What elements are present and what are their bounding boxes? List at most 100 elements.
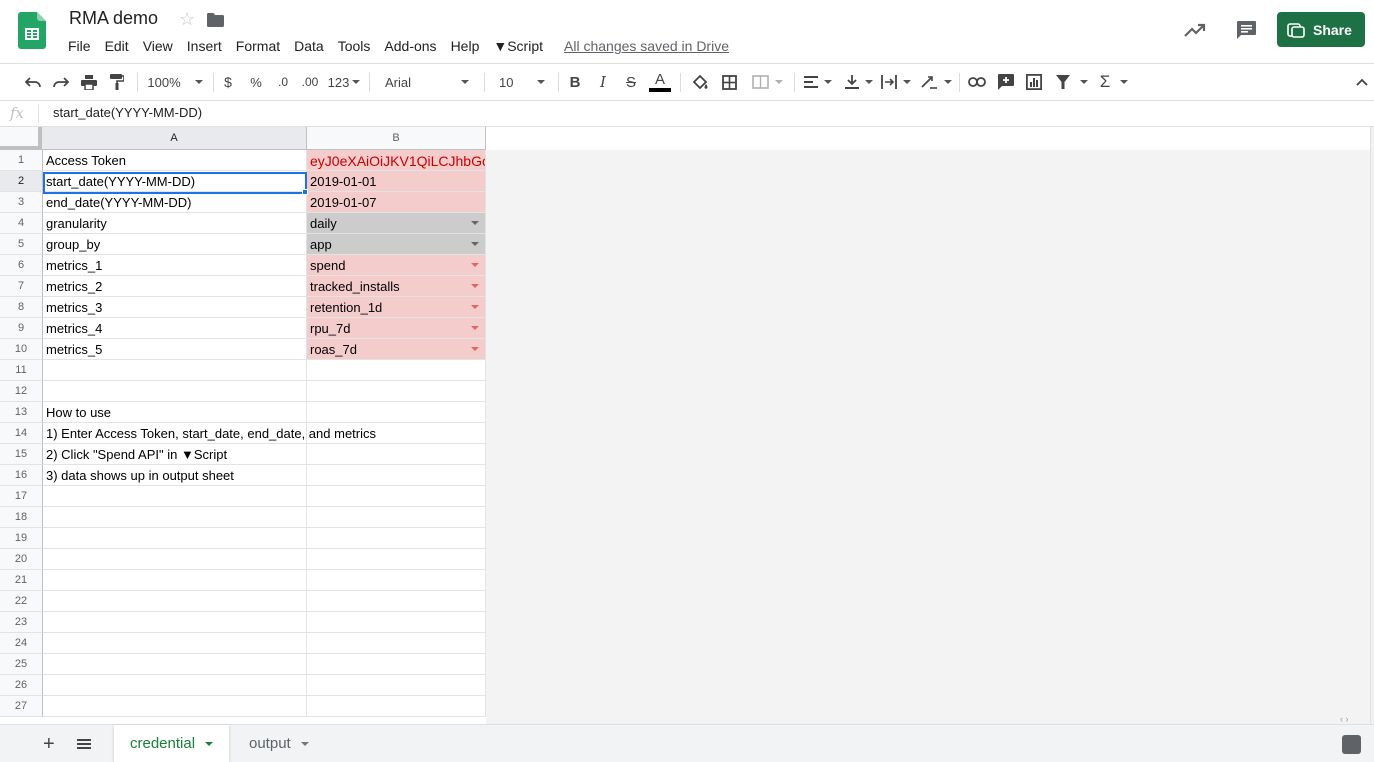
menu-view[interactable]: View [136,37,180,57]
cell-b[interactable] [307,570,486,591]
document-title[interactable]: RMA demo [69,8,158,29]
cell-b[interactable]: roas_7d [307,339,486,360]
cell-a[interactable]: metrics_2 [43,276,307,297]
menu-edit[interactable]: Edit [98,37,136,57]
cell-b[interactable] [307,654,486,675]
formula-input[interactable]: start_date(YYYY-MM-DD) [53,105,202,120]
fill-handle[interactable] [302,189,308,195]
row-header[interactable]: 22 [0,591,43,612]
select-all-corner[interactable] [0,127,42,150]
cell-b[interactable] [307,549,486,570]
dropdown-arrow-icon[interactable] [471,326,479,330]
cell-b[interactable] [307,612,486,633]
bold-button[interactable]: B [566,64,584,100]
dropdown-arrow-icon[interactable] [471,263,479,267]
row-header[interactable]: 20 [0,549,43,570]
cell-b[interactable]: spend [307,255,486,276]
insert-link-icon[interactable] [966,64,988,100]
cell-a[interactable]: metrics_3 [43,297,307,318]
text-wrap-icon[interactable] [880,64,912,100]
cell-b[interactable]: 2019-01-07 [307,192,486,213]
row-header[interactable]: 3 [0,192,43,213]
activity-trend-icon[interactable] [1183,19,1207,41]
explore-icon[interactable] [1342,735,1361,754]
menu-file[interactable]: File [61,37,98,57]
cell-a[interactable] [43,528,307,549]
horizontal-scroll-arrows[interactable]: ‹ › [1340,714,1349,724]
cell-a[interactable]: How to use [43,402,307,423]
cell-a[interactable] [43,612,307,633]
fill-color-icon[interactable] [688,64,710,100]
cell-a[interactable] [43,549,307,570]
dropdown-arrow-icon[interactable] [471,305,479,309]
cell-b[interactable]: daily [307,213,486,234]
cell-b[interactable] [307,360,486,381]
cell-b[interactable]: eyJ0eXAiOiJKV1QiLCJhbGciOiJIUzI1NiJ9 [307,150,486,171]
row-header[interactable]: 14 [0,423,43,444]
percent-format-button[interactable]: % [248,64,264,100]
row-header[interactable]: 8 [0,297,43,318]
cell-b[interactable] [307,696,486,717]
zoom-select[interactable]: 100% [146,64,204,100]
cell-b[interactable] [307,444,486,465]
row-header[interactable]: 23 [0,612,43,633]
cell-b[interactable] [307,675,486,696]
row-header[interactable]: 2 [0,171,43,192]
menu-help[interactable]: Help [444,37,487,57]
cell-a[interactable] [43,633,307,654]
row-header[interactable]: 18 [0,507,43,528]
cell-b[interactable] [307,591,486,612]
cell-a[interactable] [43,507,307,528]
cell-a[interactable]: group_by [43,234,307,255]
folder-icon[interactable] [207,13,224,27]
cell-b[interactable] [307,465,486,486]
cell-a[interactable]: metrics_5 [43,339,307,360]
row-header[interactable]: 24 [0,633,43,654]
row-header[interactable]: 11 [0,360,43,381]
cell-b[interactable] [307,633,486,654]
row-header[interactable]: 13 [0,402,43,423]
cell-b[interactable] [307,528,486,549]
cell-a[interactable]: end_date(YYYY-MM-DD) [43,192,307,213]
cell-a[interactable] [43,486,307,507]
menu-addons[interactable]: Add-ons [377,37,443,57]
merge-cells-icon[interactable] [748,64,786,100]
add-sheet-icon[interactable]: + [43,733,55,756]
star-icon[interactable]: ☆ [179,9,195,30]
vertical-align-icon[interactable] [843,64,875,100]
row-header[interactable]: 6 [0,255,43,276]
borders-icon[interactable] [718,64,740,100]
comments-icon[interactable] [1234,19,1258,41]
menu-insert[interactable]: Insert [180,37,229,57]
cell-b[interactable] [307,423,486,444]
row-header[interactable]: 15 [0,444,43,465]
cell-a[interactable]: Access Token [43,150,307,171]
decrease-decimal-button[interactable]: .0 [272,64,294,100]
cell-b[interactable]: 2019-01-01 [307,171,486,192]
share-button[interactable]: Share [1277,12,1365,47]
dropdown-arrow-icon[interactable] [471,284,479,288]
row-header[interactable]: 10 [0,339,43,360]
all-sheets-icon[interactable] [76,736,92,752]
row-header[interactable]: 25 [0,654,43,675]
cell-a[interactable]: granularity [43,213,307,234]
cell-a[interactable]: metrics_4 [43,318,307,339]
row-header[interactable]: 12 [0,381,43,402]
insert-comment-icon[interactable] [995,64,1017,100]
cell-b[interactable]: tracked_installs [307,276,486,297]
row-header[interactable]: 16 [0,465,43,486]
row-header[interactable]: 21 [0,570,43,591]
italic-button[interactable]: I [594,64,612,100]
menu-format[interactable]: Format [229,37,287,57]
row-header[interactable]: 4 [0,213,43,234]
undo-icon[interactable] [22,64,44,100]
row-header[interactable]: 27 [0,696,43,717]
insert-chart-icon[interactable] [1023,64,1045,100]
redo-icon[interactable] [50,64,72,100]
dropdown-arrow-icon[interactable] [471,347,479,351]
cell-a[interactable]: metrics_1 [43,255,307,276]
cell-a[interactable]: 2) Click "Spend API" in ▼Script [43,444,307,465]
paint-format-icon[interactable] [106,64,128,100]
row-header[interactable]: 9 [0,318,43,339]
strikethrough-button[interactable]: S [622,64,640,100]
